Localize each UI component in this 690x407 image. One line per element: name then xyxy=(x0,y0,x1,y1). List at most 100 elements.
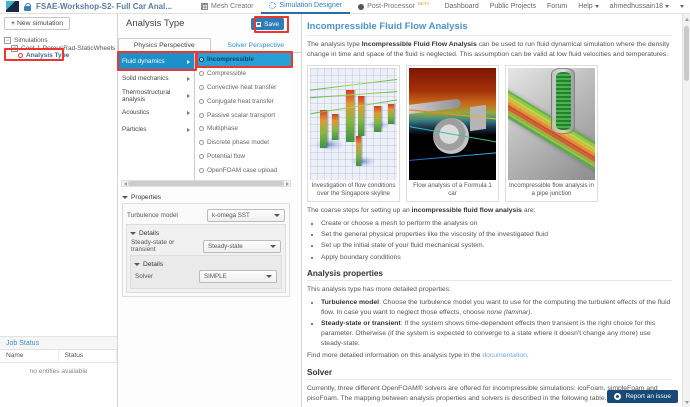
simulation-designer-icon xyxy=(269,2,276,9)
project-title: FSAE-Workshop-S2- Full Car Anal... xyxy=(36,2,172,11)
radio-icon xyxy=(199,154,204,159)
building-bar xyxy=(388,104,394,124)
option-convective-heat-transfer[interactable]: Convective heat transfer xyxy=(195,81,292,95)
text-bold: Steady-state or transient xyxy=(321,320,401,327)
new-simulation-button[interactable]: New simulation xyxy=(4,17,70,30)
option-label: Passive scalar transport xyxy=(207,112,275,119)
tab-physics-perspective[interactable]: Physics Perspective xyxy=(118,38,211,53)
collapse-icon[interactable] xyxy=(11,45,18,52)
tree-item-simulations[interactable]: Simulations xyxy=(4,37,115,45)
report-an-issue-button[interactable]: Report an issue xyxy=(607,390,678,403)
chevron-right-icon xyxy=(187,77,190,81)
nav-user-menu[interactable]: ahmedhussain18 xyxy=(610,3,669,10)
select-value: Steady-state xyxy=(208,243,243,250)
nav-help-menu[interactable]: Help xyxy=(578,3,598,10)
turbulence-model-select[interactable]: k-omega SST xyxy=(207,209,285,222)
analysis-type-icon xyxy=(18,53,23,58)
simulation-tree-sidebar: New simulation Simulations Cont-1-Porous… xyxy=(0,14,118,407)
category-acoustics[interactable]: Acoustics xyxy=(118,104,194,121)
time-dependency-select[interactable]: Steady-state xyxy=(203,240,281,253)
option-discrete-phase-model[interactable]: Discrete phase model xyxy=(195,136,292,150)
scroll-up-icon[interactable] xyxy=(683,15,690,23)
pressure-halo xyxy=(314,138,344,151)
option-conjugate-heat-transfer[interactable]: Conjugate heat transfer xyxy=(195,94,292,108)
category-solid-mechanics[interactable]: Solid mechanics xyxy=(118,70,194,87)
app-logo-icon[interactable] xyxy=(6,1,19,12)
option-potential-flow[interactable]: Potential flow xyxy=(195,150,292,164)
job-status-header[interactable]: Job Status xyxy=(0,337,117,350)
category-label: Thermostructural analysis xyxy=(122,89,187,103)
option-label: Incompressible xyxy=(207,56,254,63)
building-bar xyxy=(320,110,327,148)
job-status-title: Job Status xyxy=(6,340,39,347)
properties-section: Properties Turbulence model k-omega SST … xyxy=(122,192,290,297)
option-label: Multiphase xyxy=(207,125,238,132)
documentation-link[interactable]: documentation xyxy=(482,352,527,359)
category-thermostructural-analysis[interactable]: Thermostructural analysis xyxy=(118,87,194,104)
tree-item-analysis-type[interactable]: Analysis Type xyxy=(18,52,115,60)
option-multiphase[interactable]: Multiphase xyxy=(195,122,292,136)
scroll-right-icon[interactable] xyxy=(284,181,290,186)
column-header-name: Name xyxy=(0,350,59,362)
text-bold: incompressible fluid flow analysis xyxy=(412,207,522,214)
chevron-down-icon xyxy=(130,232,136,235)
field-label: Solver xyxy=(135,273,153,280)
category-fluid-dynamics[interactable]: Fluid dynamics xyxy=(118,53,194,70)
section-heading: Analysis properties xyxy=(307,269,672,278)
text-italic: none (laminar) xyxy=(487,309,531,316)
list-item: Steady-state or transient: If the system… xyxy=(321,319,672,349)
properties-header[interactable]: Properties xyxy=(122,194,290,201)
more-menu[interactable] xyxy=(680,5,684,8)
tab-mesh-creator[interactable]: Mesh Creator xyxy=(193,0,261,14)
category-label: Particles xyxy=(122,126,147,133)
tab-solver-perspective[interactable]: Solver Perspective xyxy=(211,38,302,52)
category-particles[interactable]: Particles xyxy=(118,121,194,138)
option-compressible[interactable]: Compressible xyxy=(195,67,292,81)
option-openfoam-case-upload[interactable]: OpenFOAM case upload xyxy=(195,163,292,177)
text: Apply boundary conditions xyxy=(321,254,401,261)
text: The coarse steps for setting up an xyxy=(307,207,412,214)
details-header[interactable]: Details xyxy=(130,230,282,237)
solver-select[interactable]: SIMPLE xyxy=(199,270,277,283)
category-label: Fluid dynamics xyxy=(122,58,165,65)
select-value: k-omega SST xyxy=(212,212,250,219)
category-label: Solid mechanics xyxy=(122,75,169,82)
collapse-icon[interactable] xyxy=(4,37,11,44)
text: Set the general physical properties like… xyxy=(321,231,548,238)
horizontal-scrollbar[interactable] xyxy=(121,180,291,187)
nav-dashboard[interactable]: Dashboard xyxy=(444,3,478,10)
nav-label: Help xyxy=(578,3,592,10)
list-item: Set up the initial state of your fluid m… xyxy=(321,241,672,251)
documentation-note: Find more detailed information on this a… xyxy=(307,351,672,361)
divider xyxy=(307,35,672,36)
cfd-image-pipe-junction: Incompressible flow analysis in a pipe j… xyxy=(505,65,598,202)
radio-icon xyxy=(199,126,204,131)
analysis-type-selector: Fluid dynamics Solid mechanics Thermostr… xyxy=(118,53,292,180)
scrollbar-thumb[interactable] xyxy=(128,181,284,186)
nav-forum[interactable]: Forum xyxy=(547,3,567,10)
beta-badge: BETA xyxy=(418,1,429,6)
list-item: Apply boundary conditions xyxy=(321,253,672,263)
top-bar: FSAE-Workshop-S2- Full Car Anal... Mesh … xyxy=(0,0,690,14)
option-label: Convective heat transfer xyxy=(207,84,276,91)
cfd-thumbnail xyxy=(310,68,397,180)
scrollbar-thumb[interactable] xyxy=(684,26,689,81)
image-caption: Flow analysis of a Formula 1 car xyxy=(409,182,496,199)
nav-public-projects[interactable]: Public Projects xyxy=(490,3,536,10)
save-label: Save xyxy=(264,21,279,28)
vertical-scrollbar[interactable] xyxy=(682,14,690,407)
details-header[interactable]: Details xyxy=(134,261,278,268)
username-label: ahmedhussain18 xyxy=(610,3,663,10)
option-passive-scalar-transport[interactable]: Passive scalar transport xyxy=(195,108,292,122)
section-label: Details xyxy=(139,230,159,237)
save-button[interactable]: Save xyxy=(251,18,284,30)
tab-simulation-designer[interactable]: Simulation Designer xyxy=(261,0,350,14)
radio-icon xyxy=(199,168,204,173)
tree-item-label: Simulations xyxy=(14,37,48,44)
new-simulation-label: New simulation xyxy=(17,20,63,27)
scroll-down-icon[interactable] xyxy=(683,398,690,406)
section-intro: This analysis type has more detailed pro… xyxy=(307,285,672,295)
tree-item-simulation-run[interactable]: Cont-1-PorousRad-StaticWheels xyxy=(11,45,115,53)
tab-post-processor[interactable]: Post-Processor BETA xyxy=(350,0,437,14)
option-incompressible[interactable]: Incompressible xyxy=(195,53,292,67)
